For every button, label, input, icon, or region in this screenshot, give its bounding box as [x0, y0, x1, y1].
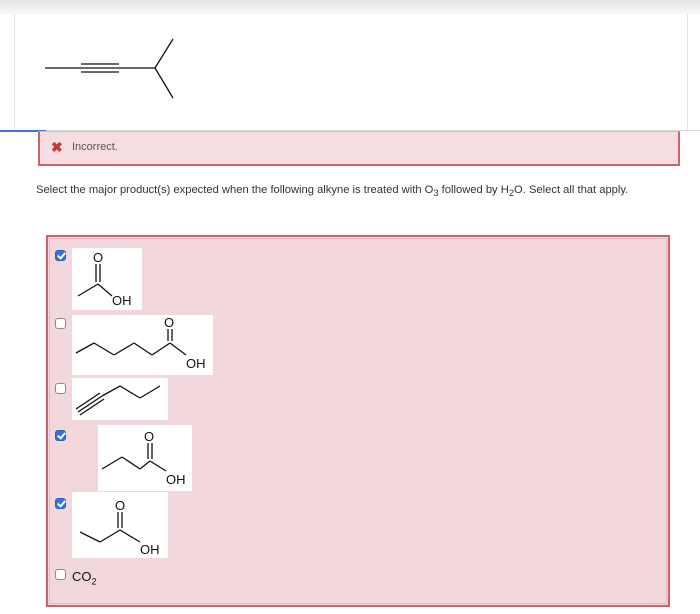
checkbox-option-4[interactable]	[55, 430, 66, 441]
question-text: Select the major product(s) expected whe…	[36, 184, 629, 199]
hydroxyl-label: OH	[140, 542, 160, 557]
checkbox-option-6[interactable]	[55, 569, 66, 580]
checkbox-option-5[interactable]	[55, 498, 66, 509]
checkbox-option-2[interactable]	[55, 318, 66, 329]
alkyne-structure-card	[14, 14, 688, 131]
starting-alkyne-structure	[45, 38, 174, 99]
x-icon: ✖	[51, 139, 63, 155]
structure-option-5: O OH	[72, 492, 168, 558]
co2-label: CO2	[72, 569, 97, 587]
structure-option-4: O OH	[98, 425, 192, 491]
oxygen-label: O	[115, 498, 125, 513]
structure-option-2: O OH	[72, 315, 213, 375]
structure-option-3	[72, 378, 168, 420]
feedback-text: Incorrect.	[72, 141, 118, 153]
hydroxyl-label: OH	[166, 472, 186, 487]
structure-option-1: O OH	[72, 248, 142, 310]
hydroxyl-label: OH	[186, 356, 206, 371]
checkbox-option-3[interactable]	[55, 383, 66, 394]
checkbox-option-1[interactable]	[55, 250, 66, 261]
oxygen-label: O	[144, 429, 154, 444]
hydroxyl-label: OH	[112, 293, 132, 308]
oxygen-label: O	[93, 250, 103, 265]
top-blurred-bar	[0, 0, 700, 14]
feedback-banner: ✖ Incorrect.	[38, 131, 680, 166]
oxygen-label: O	[164, 315, 174, 330]
